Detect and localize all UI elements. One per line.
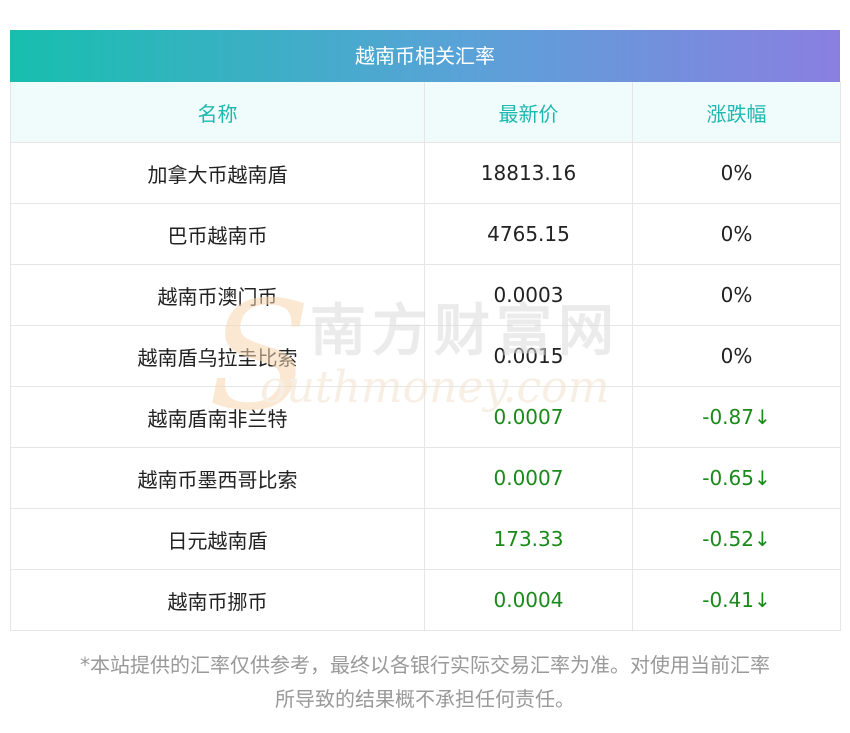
- price-change: 0%: [632, 264, 841, 326]
- currency-pair-name: 日元越南盾: [10, 508, 425, 570]
- table-row: 越南盾乌拉圭比索 0.0015 0%: [10, 325, 841, 387]
- latest-price: 18813.16: [424, 142, 633, 204]
- table-row: 越南币墨西哥比索 0.0007 -0.65↓: [10, 447, 841, 509]
- latest-price: 173.33: [424, 508, 633, 570]
- column-header-change: 涨跌幅: [632, 82, 841, 143]
- currency-pair-name: 越南币挪币: [10, 569, 425, 631]
- table-row: 越南盾南非兰特 0.0007 -0.87↓: [10, 386, 841, 448]
- table-row: 日元越南盾 173.33 -0.52↓: [10, 508, 841, 570]
- card-title: 越南币相关汇率: [10, 30, 840, 82]
- price-change: -0.52↓: [632, 508, 841, 570]
- exchange-rate-card: 越南币相关汇率 名称 最新价 涨跌幅 加拿大币越南盾 18813.16 0% 巴…: [10, 30, 841, 631]
- currency-pair-name: 巴币越南币: [10, 203, 425, 265]
- price-change: 0%: [632, 203, 841, 265]
- price-change: -0.41↓: [632, 569, 841, 631]
- latest-price: 0.0007: [424, 386, 633, 448]
- disclaimer-footnote: *本站提供的汇率仅供参考，最终以各银行实际交易汇率为准。对使用当前汇率 所导致的…: [10, 648, 840, 716]
- price-change: -0.87↓: [632, 386, 841, 448]
- currency-pair-name: 越南币墨西哥比索: [10, 447, 425, 509]
- disclaimer-line-1: *本站提供的汇率仅供参考，最终以各银行实际交易汇率为准。对使用当前汇率: [80, 653, 770, 677]
- exchange-rate-table: 名称 最新价 涨跌幅 加拿大币越南盾 18813.16 0% 巴币越南币 476…: [10, 82, 841, 631]
- latest-price: 0.0004: [424, 569, 633, 631]
- latest-price: 0.0003: [424, 264, 633, 326]
- currency-pair-name: 越南盾乌拉圭比索: [10, 325, 425, 387]
- column-header-name: 名称: [10, 82, 425, 143]
- table-row: 越南币澳门币 0.0003 0%: [10, 264, 841, 326]
- price-change: 0%: [632, 325, 841, 387]
- price-change: -0.65↓: [632, 447, 841, 509]
- column-header-price: 最新价: [424, 82, 633, 143]
- table-row: 越南币挪币 0.0004 -0.41↓: [10, 569, 841, 631]
- currency-pair-name: 加拿大币越南盾: [10, 142, 425, 204]
- latest-price: 0.0015: [424, 325, 633, 387]
- table-row: 巴币越南币 4765.15 0%: [10, 203, 841, 265]
- disclaimer-line-2: 所导致的结果概不承担任何责任。: [275, 687, 575, 711]
- price-change: 0%: [632, 142, 841, 204]
- table-row: 加拿大币越南盾 18813.16 0%: [10, 142, 841, 204]
- currency-pair-name: 越南币澳门币: [10, 264, 425, 326]
- currency-pair-name: 越南盾南非兰特: [10, 386, 425, 448]
- latest-price: 0.0007: [424, 447, 633, 509]
- latest-price: 4765.15: [424, 203, 633, 265]
- table-header-row: 名称 最新价 涨跌幅: [10, 82, 841, 143]
